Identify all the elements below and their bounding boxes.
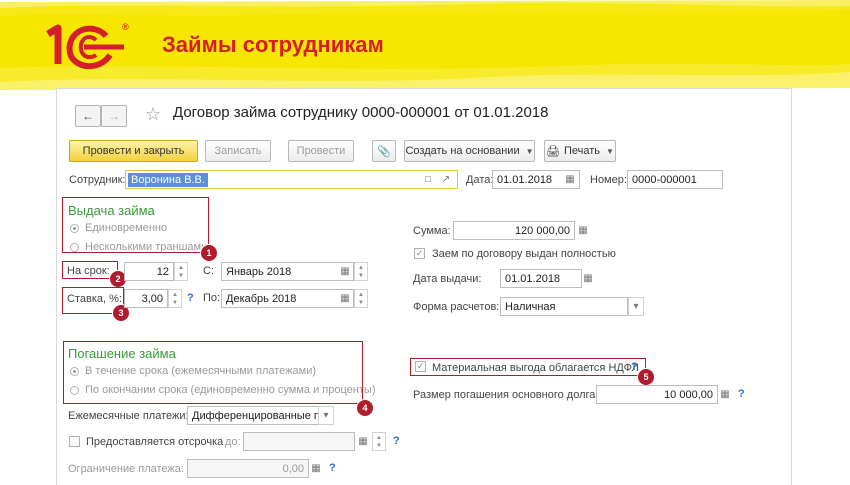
from-stepper[interactable]: ▲ ▼ xyxy=(354,262,368,281)
term-field[interactable]: 12 xyxy=(124,262,174,281)
calendar-icon[interactable]: ▦ xyxy=(355,432,371,451)
payment-form-label: Форма расчетов: xyxy=(413,301,500,313)
issued-full-label: Заем по договору выдан полностью xyxy=(432,248,616,260)
radio-indicator xyxy=(70,223,79,233)
help-icon[interactable]: ? xyxy=(738,388,745,400)
sum-field[interactable]: 120 000,00 xyxy=(453,221,575,240)
help-icon[interactable]: ? xyxy=(329,462,336,474)
payment-limit-label: Ограничение платежа: xyxy=(68,463,184,475)
issue-once-label: Единовременно xyxy=(85,222,168,234)
print-label: Печать xyxy=(564,145,601,157)
issue-date-field[interactable]: 01.01.2018 xyxy=(500,269,582,288)
issue-once-radio[interactable]: Единовременно xyxy=(70,222,167,234)
create-based-on-button[interactable]: Создать на основании ▼ xyxy=(404,140,535,162)
calculator-icon[interactable]: ▦ xyxy=(308,459,324,478)
monthly-payments-select[interactable]: Дифференцированные пла xyxy=(187,406,319,425)
deferral-stepper[interactable]: ▲ ▼ xyxy=(372,432,386,451)
post-button[interactable]: Провести xyxy=(288,140,354,162)
chevron-down-icon[interactable]: ▾ xyxy=(628,297,644,316)
payment-limit-field[interactable]: 0,00 xyxy=(187,459,309,478)
issue-tranches-radio[interactable]: Несколькими траншами xyxy=(70,241,207,253)
repayment-section-title: Погашение займа xyxy=(68,346,176,361)
rate-label: Ставка, %: xyxy=(67,293,122,305)
ndfl-label: Материальная выгода облагается НДФЛ xyxy=(432,362,639,374)
principal-label: Размер погашения основного долга: xyxy=(413,389,599,401)
term-stepper[interactable]: ▲ ▼ xyxy=(174,262,188,281)
paperclip-icon: 📎 xyxy=(377,145,391,158)
date-label: Дата: xyxy=(466,174,494,186)
deferral-to-label: до: xyxy=(225,436,241,448)
to-label: По: xyxy=(203,292,221,304)
forward-button[interactable]: → xyxy=(101,105,127,127)
rate-field[interactable]: 3,00 xyxy=(124,289,168,308)
help-icon[interactable]: ? xyxy=(631,361,638,373)
help-icon[interactable]: ? xyxy=(187,292,194,304)
calculator-icon[interactable]: ▦ xyxy=(717,385,733,404)
repay-monthly-radio[interactable]: В течение срока (ежемесячными платежами) xyxy=(70,365,316,377)
back-button[interactable]: ← xyxy=(75,105,101,127)
ndfl-checkbox[interactable]: ✓ xyxy=(415,361,426,372)
attachment-button[interactable]: 📎 xyxy=(372,140,396,162)
annotation-badge-5: 5 xyxy=(637,368,655,386)
annotation-badge-4: 4 xyxy=(356,399,374,417)
employee-label: Сотрудник: xyxy=(69,174,126,186)
highlight-brush xyxy=(0,0,850,90)
calendar-icon[interactable]: ▦ xyxy=(337,289,353,308)
chevron-down-icon: ▼ xyxy=(606,146,614,156)
employee-field[interactable]: Воронина В.В. xyxy=(125,170,458,189)
calendar-icon[interactable]: ▦ xyxy=(580,269,596,288)
issue-section-title: Выдача займа xyxy=(68,203,155,218)
print-button[interactable]: 🖨 Печать ▼ xyxy=(544,140,616,162)
payment-form-select[interactable]: Наличная xyxy=(500,297,628,316)
chevron-down-icon[interactable]: ▾ xyxy=(318,406,334,425)
to-field[interactable]: Декабрь 2018 xyxy=(221,289,354,308)
rate-stepper[interactable]: ▲ ▼ xyxy=(168,289,182,308)
radio-indicator xyxy=(70,242,79,252)
link-icon[interactable]: ↗ xyxy=(438,170,454,189)
repay-monthly-label: В течение срока (ежемесячными платежами) xyxy=(85,365,317,377)
from-label: С: xyxy=(203,265,214,277)
annotation-badge-1: 1 xyxy=(200,244,218,262)
calendar-icon[interactable]: ▦ xyxy=(337,262,353,281)
deferral-checkbox[interactable] xyxy=(69,436,80,447)
calendar-icon[interactable]: ▦ xyxy=(562,170,578,189)
1c-logo: 1С xyxy=(44,22,126,70)
chevron-down-icon: ▼ xyxy=(525,146,534,156)
open-icon[interactable]: □ xyxy=(420,170,436,189)
term-label: На срок: xyxy=(67,265,110,277)
slide-title: Займы сотрудникам xyxy=(162,32,384,57)
radio-indicator xyxy=(70,366,79,376)
repay-end-label: По окончании срока (единовременно сумма … xyxy=(85,384,376,396)
checkbox-indicator: ✓ xyxy=(414,248,425,259)
registered-mark: ® xyxy=(122,22,129,32)
favorite-star-icon[interactable]: ☆ xyxy=(145,104,161,125)
issue-tranches-label: Несколькими траншами xyxy=(85,241,208,253)
arrow-left-icon: ← xyxy=(82,109,94,123)
to-stepper[interactable]: ▲ ▼ xyxy=(354,289,368,308)
header-banner xyxy=(0,0,850,92)
number-field[interactable]: 0000-000001 xyxy=(627,170,723,189)
number-label: Номер: xyxy=(590,174,627,186)
save-button[interactable]: Записать xyxy=(205,140,271,162)
sum-label: Сумма: xyxy=(413,225,451,237)
checkbox-indicator xyxy=(69,436,80,447)
monthly-payments-label: Ежемесячные платежи: xyxy=(68,410,189,422)
create-based-label: Создать на основании xyxy=(405,145,520,157)
checkbox-indicator: ✓ xyxy=(415,361,426,372)
repay-end-radio[interactable]: По окончании срока (единовременно сумма … xyxy=(70,384,375,396)
radio-indicator xyxy=(70,385,79,395)
arrow-right-icon: → xyxy=(108,109,120,123)
post-and-close-button[interactable]: Провести и закрыть xyxy=(69,140,198,162)
principal-field[interactable]: 10 000,00 xyxy=(596,385,718,404)
printer-icon: 🖨 xyxy=(546,145,560,158)
from-field[interactable]: Январь 2018 xyxy=(221,262,354,281)
employee-value: Воронина В.В. xyxy=(128,172,208,187)
deferral-label: Предоставляется отсрочка xyxy=(86,436,224,448)
issue-date-label: Дата выдачи: xyxy=(413,273,482,285)
document-title: Договор займа сотруднику 0000-000001 от … xyxy=(173,104,549,121)
deferral-to-field[interactable] xyxy=(243,432,355,451)
issued-full-checkbox[interactable]: ✓ xyxy=(414,248,425,259)
help-icon[interactable]: ? xyxy=(393,435,400,447)
calculator-icon[interactable]: ▦ xyxy=(575,221,591,240)
